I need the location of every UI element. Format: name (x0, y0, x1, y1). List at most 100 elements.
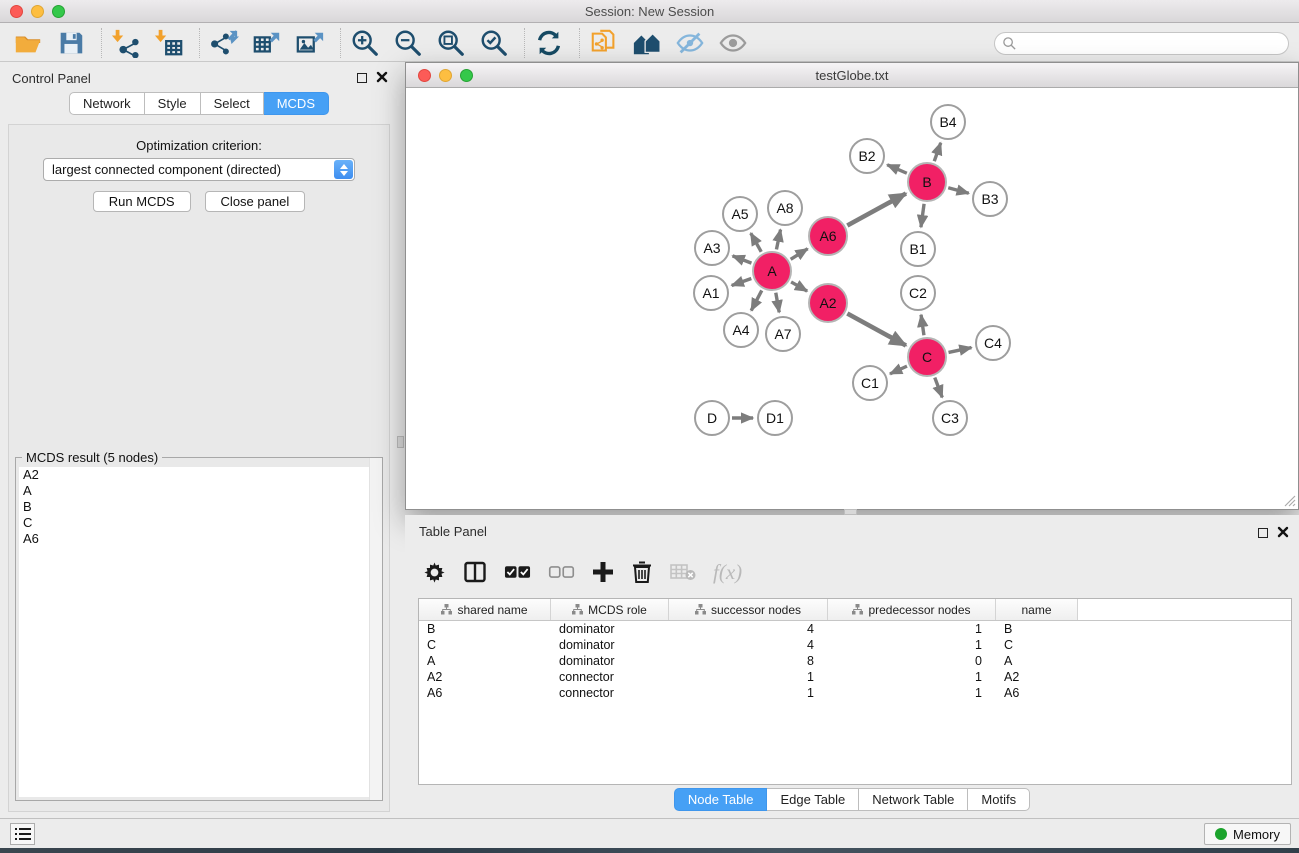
home-icon[interactable] (631, 27, 663, 59)
close-panel-icon[interactable] (376, 71, 388, 83)
refresh-icon[interactable] (533, 27, 565, 59)
edge-B-B1[interactable] (921, 204, 924, 227)
window-resize-grip[interactable] (1284, 495, 1296, 507)
graph-node-A2[interactable]: A2 (808, 283, 848, 323)
memory-button[interactable]: Memory (1204, 823, 1291, 845)
tab-mcds[interactable]: MCDS (264, 92, 329, 115)
edge-A-A7[interactable] (776, 293, 779, 313)
graph-node-A3[interactable]: A3 (694, 230, 730, 266)
show-all-eye-icon[interactable] (717, 27, 749, 59)
graph-node-C4[interactable]: C4 (975, 325, 1011, 361)
edge-B-B2[interactable] (887, 165, 907, 174)
graph-node-C[interactable]: C (907, 337, 947, 377)
graph-node-A7[interactable]: A7 (765, 316, 801, 352)
graph-node-A[interactable]: A (752, 251, 792, 291)
table-settings-gear-icon[interactable] (423, 561, 446, 584)
table-row[interactable]: A2connector11A2 (419, 669, 1291, 685)
column-header-name[interactable]: name (996, 599, 1078, 620)
column-panel-icon[interactable] (463, 560, 487, 584)
deselect-all-checkboxes-icon[interactable] (548, 565, 575, 579)
table-row[interactable]: A6connector11A6 (419, 685, 1291, 701)
edge-A-A6[interactable] (791, 249, 808, 260)
column-header-successor-nodes[interactable]: successor nodes (669, 599, 828, 620)
tab-node-table[interactable]: Node Table (674, 788, 768, 811)
edge-A-A1[interactable] (732, 278, 752, 285)
graph-node-D1[interactable]: D1 (757, 400, 793, 436)
zoom-out-icon[interactable] (392, 27, 424, 59)
edge-C-C3[interactable] (935, 378, 942, 398)
mcds-result-item[interactable]: B (19, 499, 379, 515)
tab-edge-table[interactable]: Edge Table (767, 788, 859, 811)
edge-B-B3[interactable] (948, 188, 969, 194)
tab-select[interactable]: Select (201, 92, 264, 115)
edge-A-A8[interactable] (776, 230, 780, 250)
edge-C-C1[interactable] (890, 366, 907, 374)
graph-node-C2[interactable]: C2 (900, 275, 936, 311)
edge-A-A3[interactable] (733, 256, 752, 263)
close-table-panel-icon[interactable] (1277, 526, 1289, 538)
table-row[interactable]: Adominator80A (419, 653, 1291, 669)
mcds-result-item[interactable]: A (19, 483, 379, 499)
import-table-icon[interactable] (153, 27, 185, 59)
graph-node-B3[interactable]: B3 (972, 181, 1008, 217)
export-table-icon[interactable] (251, 27, 283, 59)
export-image-icon[interactable] (294, 27, 326, 59)
tab-network[interactable]: Network (69, 92, 145, 115)
graph-node-C3[interactable]: C3 (932, 400, 968, 436)
delete-column-trash-icon[interactable] (631, 560, 653, 584)
network-canvas[interactable]: AA1A2A3A4A5A6A7A8BB1B2B3B4CC1C2C3C4DD1 (406, 89, 1298, 509)
float-table-panel-icon[interactable] (1258, 528, 1268, 538)
graph-node-A4[interactable]: A4 (723, 312, 759, 348)
graph-node-C1[interactable]: C1 (852, 365, 888, 401)
vertical-split-grabber[interactable] (397, 436, 404, 448)
open-session-icon[interactable] (12, 27, 44, 59)
mcds-result-item[interactable]: A6 (19, 531, 379, 547)
run-mcds-button[interactable]: Run MCDS (93, 191, 191, 212)
edge-B-B4[interactable] (934, 143, 940, 161)
column-header-shared-name[interactable]: shared name (419, 599, 551, 620)
tab-network-table[interactable]: Network Table (859, 788, 968, 811)
zoom-fit-icon[interactable] (435, 27, 467, 59)
edge-A6-B[interactable] (847, 193, 906, 225)
edge-A-A4[interactable] (751, 290, 762, 310)
hide-selected-eye-icon[interactable] (674, 27, 706, 59)
criterion-dropdown[interactable]: largest connected component (directed) (43, 158, 355, 181)
graph-node-D[interactable]: D (694, 400, 730, 436)
copy-view-icon[interactable] (588, 27, 620, 59)
graph-node-A5[interactable]: A5 (722, 196, 758, 232)
column-header-MCDS-role[interactable]: MCDS role (551, 599, 669, 620)
graph-node-A1[interactable]: A1 (693, 275, 729, 311)
network-window-titlebar[interactable]: testGlobe.txt (406, 63, 1298, 88)
search-field[interactable] (994, 32, 1289, 55)
zoom-selected-icon[interactable] (478, 27, 510, 59)
tab-motifs[interactable]: Motifs (968, 788, 1030, 811)
mcds-result-item[interactable]: A2 (19, 467, 379, 483)
table-row[interactable]: Cdominator41C (419, 637, 1291, 653)
edge-A2-C[interactable] (847, 314, 906, 346)
edge-C-C4[interactable] (949, 348, 972, 353)
graph-node-B1[interactable]: B1 (900, 231, 936, 267)
edge-C-C2[interactable] (921, 315, 924, 335)
graph-node-A8[interactable]: A8 (767, 190, 803, 226)
select-all-checkboxes-icon[interactable] (504, 565, 531, 579)
float-panel-icon[interactable] (357, 73, 367, 83)
export-network-icon[interactable] (208, 27, 240, 59)
close-panel-button[interactable]: Close panel (205, 191, 306, 212)
zoom-in-icon[interactable] (349, 27, 381, 59)
graph-node-B[interactable]: B (907, 162, 947, 202)
tab-style[interactable]: Style (145, 92, 201, 115)
edge-A-A2[interactable] (791, 282, 807, 291)
mcds-result-item[interactable]: C (19, 515, 379, 531)
search-input[interactable] (1021, 36, 1288, 51)
save-session-icon[interactable] (55, 27, 87, 59)
table-row[interactable]: Bdominator41B (419, 621, 1291, 637)
add-column-icon[interactable] (592, 561, 614, 583)
column-header-predecessor-nodes[interactable]: predecessor nodes (828, 599, 996, 620)
node-table[interactable]: shared nameMCDS rolesuccessor nodesprede… (418, 598, 1292, 785)
graph-node-B4[interactable]: B4 (930, 104, 966, 140)
edge-A-A5[interactable] (751, 233, 761, 252)
task-history-button[interactable] (10, 823, 35, 845)
graph-node-A6[interactable]: A6 (808, 216, 848, 256)
mcds-result-list[interactable]: A2ABCA6 (19, 467, 379, 797)
result-scrollbar[interactable] (369, 458, 382, 800)
